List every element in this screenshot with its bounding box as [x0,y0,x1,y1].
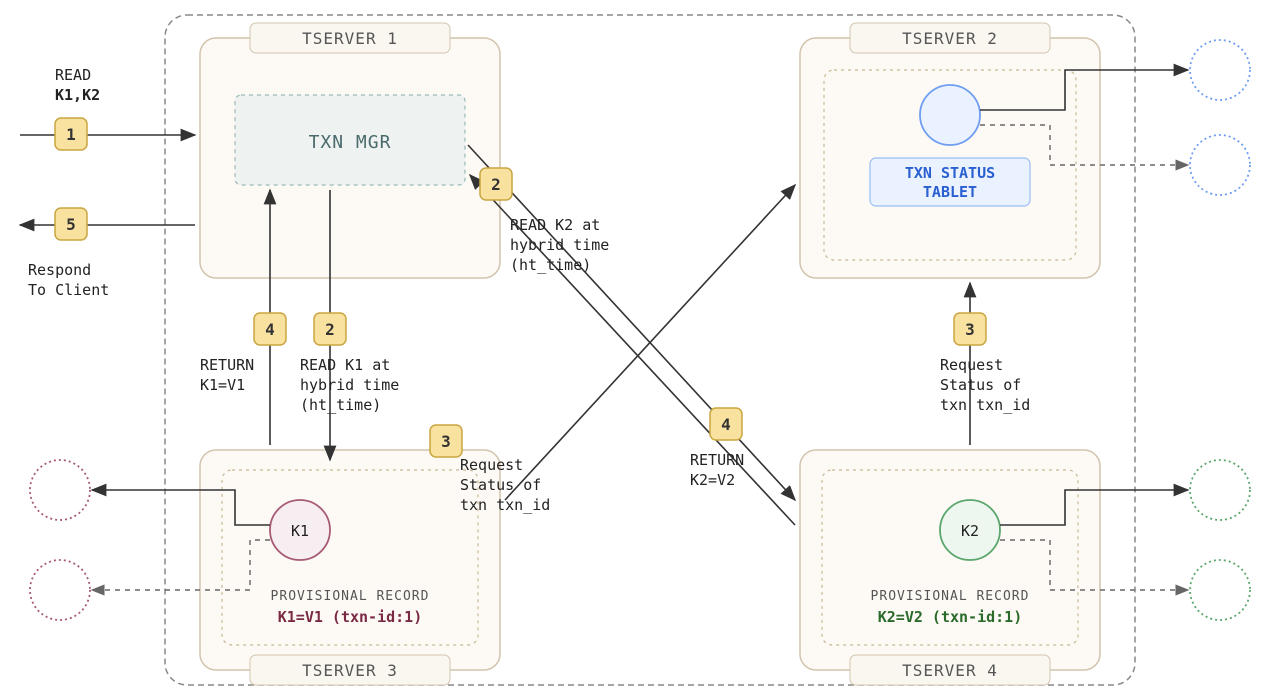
txn-status-tablet-l2: TABLET [923,183,977,201]
txn-status-tablet-icon [920,85,980,145]
svg-text:3: 3 [965,320,975,339]
read-k2-l1: READ K2 at [510,216,600,234]
ts3-prov-label: PROVISIONAL RECORD [271,589,430,604]
badge-step-3-ts3: 3 [430,425,462,457]
read-keys: K1,K2 [55,86,100,104]
ts3-replica-2-icon [30,560,90,620]
ts2-replica-1-icon [1190,40,1250,100]
return-k2-l2: K2=V2 [690,471,735,489]
req-status-ts4-l2: Status of [940,376,1021,394]
badge-step-5: 5 [55,208,87,240]
badge-step-4-vert: 4 [254,313,286,345]
badge-step-4-diag: 4 [710,408,742,440]
read-k1-l3: (ht_time) [300,396,381,414]
tserver-1: TSERVER 1 TXN MGR [200,23,500,278]
badge-step-3-ts4: 3 [954,313,986,345]
req-status-ts3-l3: txn txn_id [460,496,550,514]
txn-status-tablet-l1: TXN STATUS [905,164,995,182]
return-k1-l2: K1=V1 [200,376,245,394]
k1-key-label: K1 [291,522,309,540]
read-label: READ [55,66,91,84]
req-status-ts3-l2: Status of [460,476,541,494]
tserver-2: TSERVER 2 TXN STATUS TABLET [800,23,1100,278]
badge-step-2-vert: 2 [314,313,346,345]
ts4-replica-1-icon [1190,460,1250,520]
tserver-4: TSERVER 4 K2 PROVISIONAL RECORD K2=V2 (t… [800,450,1100,685]
read-k1-l2: hybrid time [300,376,399,394]
svg-text:1: 1 [66,125,76,144]
return-k1-l1: RETURN [200,356,254,374]
arrow-read-k2 [468,145,795,500]
tserver-2-title: TSERVER 2 [902,29,998,48]
return-k2-l1: RETURN [690,451,744,469]
tserver-3-title: TSERVER 3 [302,661,398,680]
svg-text:4: 4 [721,415,731,434]
k2-key-label: K2 [961,522,979,540]
txn-mgr-label: TXN MGR [309,132,392,153]
ts4-prov-label: PROVISIONAL RECORD [871,589,1030,604]
badge-step-1: 1 [55,118,87,150]
req-status-ts4-l3: txn txn_id [940,396,1030,414]
ts4-replica-2-icon [1190,560,1250,620]
ts3-replica-1-icon [30,460,90,520]
ts2-replica-2-icon [1190,135,1250,195]
diagram-canvas: TSERVER 1 TXN MGR TSERVER 2 TXN STATUS T… [0,0,1280,696]
read-k2-l3: (ht_time) [510,256,591,274]
tserver-3: TSERVER 3 K1 PROVISIONAL RECORD K1=V1 (t… [200,450,500,685]
svg-text:2: 2 [325,320,335,339]
svg-text:4: 4 [265,320,275,339]
ts4-prov-value: K2=V2 (txn-id:1) [878,608,1023,626]
badge-step-2-diag: 2 [480,168,512,200]
req-status-ts3-l1: Request [460,456,523,474]
respond-l1: Respond [28,261,91,279]
ts3-prov-value: K1=V1 (txn-id:1) [278,608,423,626]
read-k2-l2: hybrid time [510,236,609,254]
tserver-1-title: TSERVER 1 [302,29,398,48]
req-status-ts4-l1: Request [940,356,1003,374]
respond-l2: To Client [28,281,109,299]
svg-text:3: 3 [441,432,451,451]
read-k1-l1: READ K1 at [300,356,390,374]
tserver-4-title: TSERVER 4 [902,661,998,680]
svg-text:5: 5 [66,215,76,234]
svg-text:2: 2 [491,175,501,194]
